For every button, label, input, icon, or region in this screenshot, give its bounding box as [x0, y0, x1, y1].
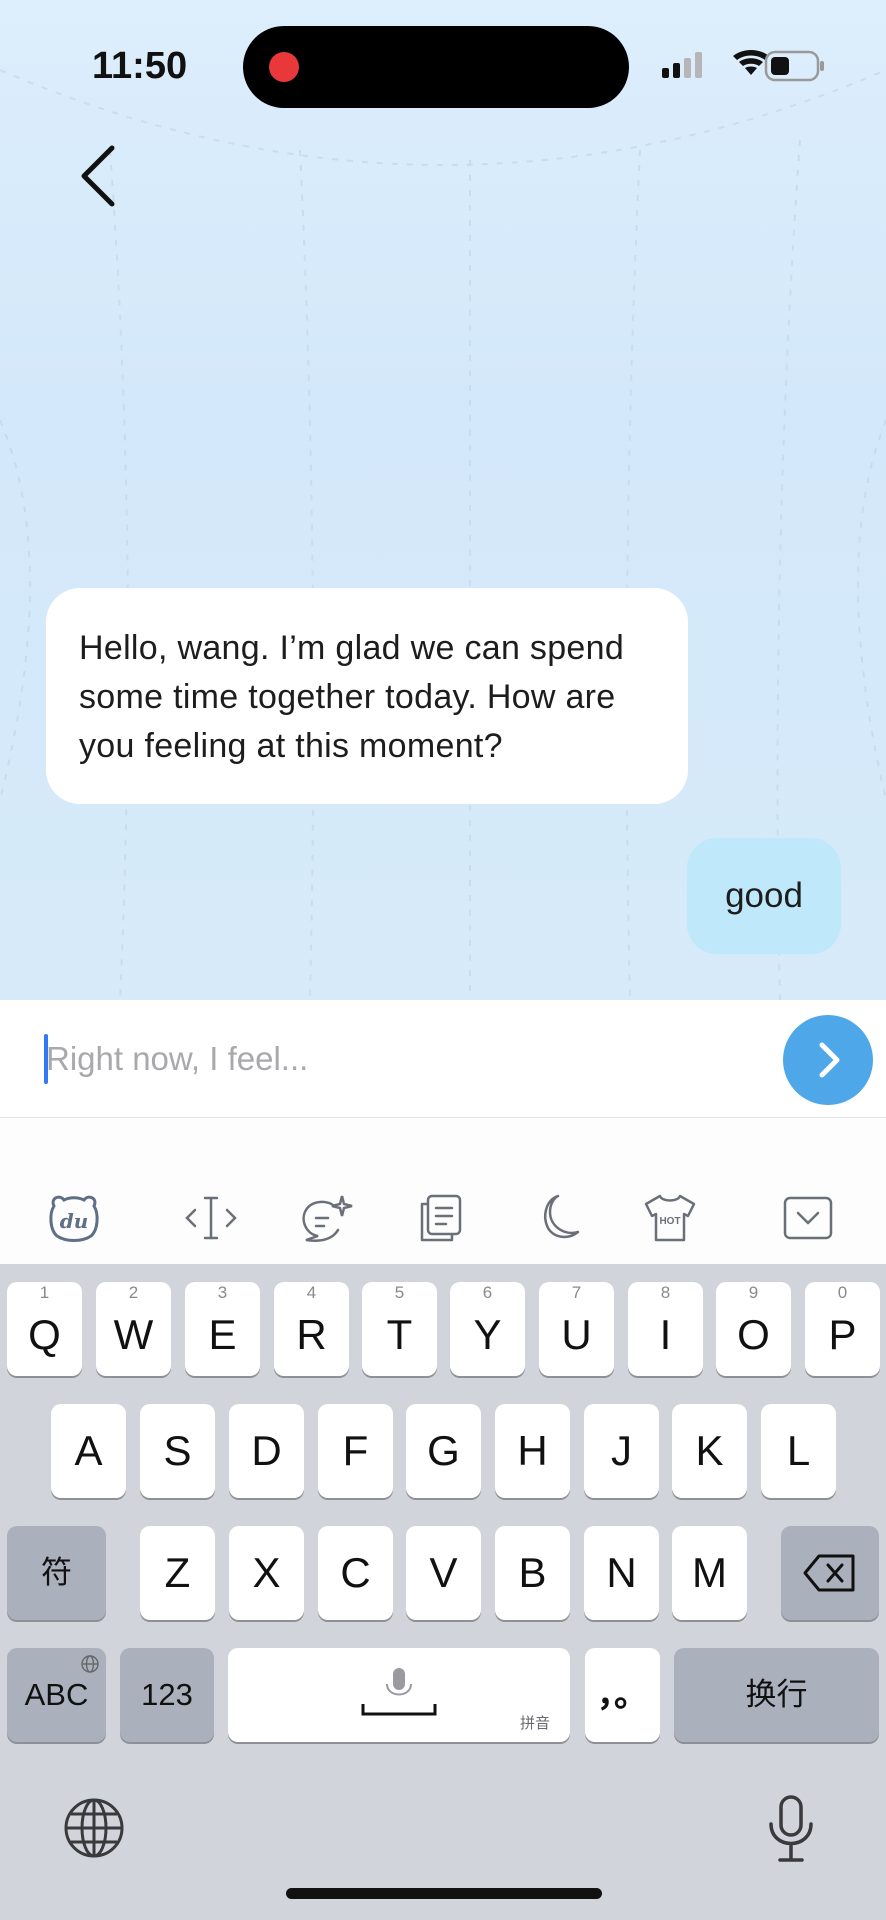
hot-shirt-icon[interactable]: HOT [642, 1190, 698, 1246]
du-bear-icon[interactable]: du [46, 1190, 102, 1246]
wifi-icon [733, 50, 769, 75]
key-u[interactable]: 7U [539, 1282, 614, 1376]
key-k[interactable]: K [672, 1404, 747, 1498]
key-n[interactable]: N [584, 1526, 659, 1620]
status-time: 11:50 [92, 45, 188, 87]
send-button[interactable] [783, 1015, 873, 1105]
key-m[interactable]: M [672, 1526, 747, 1620]
keyboard-toolbar: du HOT [0, 1118, 886, 1264]
punctuation-key[interactable]: ，。 [585, 1648, 660, 1742]
key-b[interactable]: B [495, 1526, 570, 1620]
ai-chat-icon[interactable] [298, 1190, 354, 1246]
backspace-icon [803, 1554, 855, 1592]
key-w[interactable]: 2W [96, 1282, 171, 1376]
key-r[interactable]: 4R [274, 1282, 349, 1376]
key-t[interactable]: 5T [362, 1282, 437, 1376]
key-z[interactable]: Z [140, 1526, 215, 1620]
assistant-message-text: Hello, wang. I’m glad we can spend some … [79, 629, 625, 765]
key-x[interactable]: X [229, 1526, 304, 1620]
key-j[interactable]: J [584, 1404, 659, 1498]
cursor-move-icon[interactable] [183, 1190, 239, 1246]
recording-indicator-icon [269, 52, 299, 82]
key-g[interactable]: G [406, 1404, 481, 1498]
du-label: du [60, 1209, 89, 1233]
key-d[interactable]: D [229, 1404, 304, 1498]
battery-icon [764, 50, 824, 82]
backspace-key[interactable] [781, 1526, 879, 1620]
signal-icon [662, 52, 702, 78]
symbol-key[interactable]: 符 [7, 1526, 106, 1620]
numbers-key[interactable]: 123 [120, 1648, 214, 1742]
home-indicator[interactable] [286, 1888, 602, 1899]
key-q[interactable]: 1Q [7, 1282, 82, 1376]
return-key[interactable]: 换行 [674, 1648, 879, 1742]
globe-icon[interactable] [62, 1796, 126, 1860]
dynamic-island [243, 26, 629, 108]
key-a[interactable]: A [51, 1404, 126, 1498]
message-composer [0, 1000, 886, 1118]
key-p[interactable]: 0P [805, 1282, 880, 1376]
key-l[interactable]: L [761, 1404, 836, 1498]
key-c[interactable]: C [318, 1526, 393, 1620]
key-h[interactable]: H [495, 1404, 570, 1498]
abc-key[interactable]: ABC [7, 1648, 106, 1742]
keyboard: 1Q 2W 3E 4R 5T 6Y 7U 8I 9O 0P A S D F G … [0, 1264, 886, 1920]
pinyin-label: 拼音 [519, 1715, 550, 1732]
space-key[interactable]: 拼音 [228, 1648, 570, 1742]
user-message-bubble: good [687, 838, 841, 954]
chevron-left-icon [81, 145, 115, 207]
status-icons [662, 50, 824, 82]
key-v[interactable]: V [406, 1526, 481, 1620]
chat-area: 11:50 Hello, wang. I’m glad we can spend… [0, 0, 886, 1000]
hot-label: HOT [659, 1216, 680, 1227]
chevron-right-icon [819, 1042, 840, 1078]
space-mic-icon [361, 1668, 437, 1716]
user-message-text: good [725, 876, 803, 915]
key-y[interactable]: 6Y [450, 1282, 525, 1376]
key-f[interactable]: F [318, 1404, 393, 1498]
clipboard-icon[interactable] [412, 1190, 468, 1246]
key-e[interactable]: 3E [185, 1282, 260, 1376]
key-i[interactable]: 8I [628, 1282, 703, 1376]
microphone-icon[interactable] [766, 1794, 816, 1864]
hide-keyboard-icon[interactable] [780, 1190, 836, 1246]
small-globe-icon [81, 1655, 99, 1673]
message-input[interactable] [46, 1030, 746, 1088]
assistant-message-bubble: Hello, wang. I’m glad we can spend some … [46, 588, 688, 804]
back-button[interactable] [70, 140, 130, 212]
key-s[interactable]: S [140, 1404, 215, 1498]
moon-icon[interactable] [528, 1190, 584, 1246]
key-o[interactable]: 9O [716, 1282, 791, 1376]
